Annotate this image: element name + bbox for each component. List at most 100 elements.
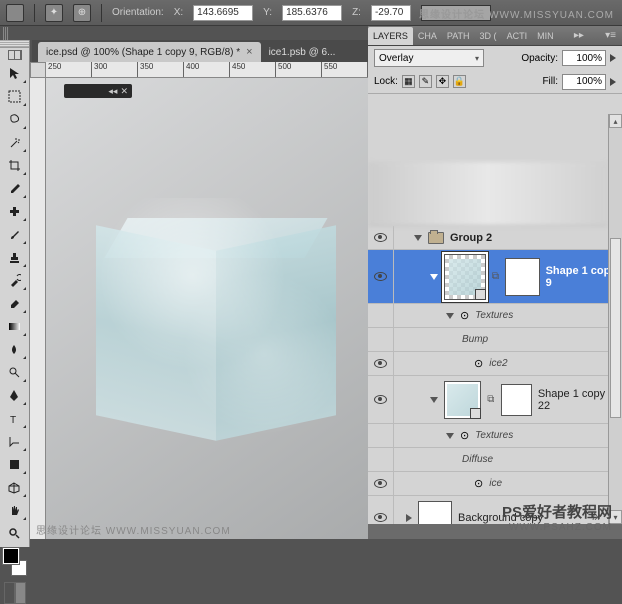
fg-color-swatch[interactable] xyxy=(3,548,19,564)
ruler-horizontal[interactable]: 250300 350400 450500 550 xyxy=(46,62,368,78)
panel-menu-icon[interactable]: ▾≡ xyxy=(599,30,622,41)
lock-pixels-icon[interactable]: ✎ xyxy=(419,75,432,88)
lock-all-icon[interactable]: 🔒 xyxy=(453,75,466,88)
z-field[interactable] xyxy=(371,5,411,21)
pen-tool-icon[interactable] xyxy=(3,384,27,406)
link-icon[interactable]: ⧉ xyxy=(487,393,495,407)
gradient-tool-icon[interactable] xyxy=(3,315,27,337)
layer-thumbnail[interactable] xyxy=(444,254,486,300)
visibility-icon[interactable] xyxy=(374,395,387,404)
type-tool-icon[interactable]: T xyxy=(3,407,27,429)
layer-effects-row[interactable]: ⊙ Textures xyxy=(368,304,622,328)
layer-effect-item[interactable]: Diffuse xyxy=(368,448,622,472)
disclosure-icon[interactable] xyxy=(430,397,438,403)
doc-tab-active[interactable]: ice.psd @ 100% (Shape 1 copy 9, RGB/8) *… xyxy=(38,42,261,62)
layer-effect-item[interactable]: ⊙ ice2 xyxy=(368,352,622,376)
x-field[interactable] xyxy=(193,5,253,21)
visibility-icon[interactable] xyxy=(374,479,387,488)
panel-tab-3d[interactable]: 3D ( xyxy=(475,27,502,45)
fill-flyout-icon[interactable] xyxy=(610,78,616,86)
layers-panel: LAYERS CHA PATH 3D ( ACTI MIN ▸▸ ▾≡ Over… xyxy=(368,26,622,539)
visibility-icon[interactable] xyxy=(374,513,387,522)
ruler-origin[interactable] xyxy=(30,62,46,78)
visibility-icon[interactable] xyxy=(374,272,387,281)
panel-tab-actions[interactable]: ACTI xyxy=(502,27,533,45)
lasso-tool-icon[interactable] xyxy=(3,108,27,130)
shape-tool-icon[interactable] xyxy=(3,453,27,475)
disclosure-icon[interactable] xyxy=(446,433,454,439)
marquee-tool-icon[interactable] xyxy=(3,85,27,107)
scroll-up-icon[interactable]: ▴ xyxy=(609,114,622,128)
hand-tool-icon[interactable] xyxy=(3,499,27,521)
color-swatches[interactable] xyxy=(3,548,27,576)
layer-thumbnail[interactable] xyxy=(444,381,481,419)
orientation-label: Orientation: xyxy=(112,7,164,18)
3d-mode-icon[interactable]: ✦ xyxy=(45,4,63,22)
watermark-bottom-right: PS爱好者教程网 WWW.PSAHZ.COM xyxy=(502,501,612,533)
mask-thumbnail[interactable] xyxy=(501,384,532,416)
opacity-field[interactable] xyxy=(562,50,606,66)
layer-effects-row[interactable]: ⊙ Textures xyxy=(368,424,622,448)
tool-preset-icon[interactable] xyxy=(6,4,24,22)
layer-effect-item[interactable]: ⊙ ice xyxy=(368,472,622,496)
history-brush-tool-icon[interactable] xyxy=(3,269,27,291)
link-icon[interactable]: ⧉ xyxy=(492,270,499,284)
close-icon[interactable]: × xyxy=(246,46,252,58)
opacity-flyout-icon[interactable] xyxy=(610,54,616,62)
path-tool-icon[interactable] xyxy=(3,430,27,452)
watermark-bottom-left: 思缘设计论坛 WWW.MISSYUAN.COM xyxy=(36,522,231,537)
eyedropper-tool-icon[interactable] xyxy=(3,177,27,199)
panel-tab-layers[interactable]: LAYERS xyxy=(368,27,413,45)
lock-label: Lock: xyxy=(374,76,398,87)
3d-axis-icon[interactable]: ⊕ xyxy=(73,4,91,22)
visibility-icon[interactable] xyxy=(374,359,387,368)
blend-mode-dropdown[interactable]: Overlay▾ xyxy=(374,49,484,67)
layer-thumbnail[interactable] xyxy=(418,501,452,525)
document-canvas[interactable]: ◂◂ ✕ xyxy=(46,78,368,539)
heal-tool-icon[interactable] xyxy=(3,200,27,222)
toolbox: T xyxy=(0,40,30,547)
brush-tool-icon[interactable] xyxy=(3,223,27,245)
smart-object-icon xyxy=(475,289,486,300)
close-icon[interactable]: ✕ xyxy=(120,86,128,97)
disclosure-icon[interactable] xyxy=(446,313,454,319)
disclosure-icon[interactable] xyxy=(430,274,438,280)
layer-group-row[interactable]: Group 2 xyxy=(368,226,622,250)
rewind-icon[interactable]: ◂◂ xyxy=(108,86,117,97)
toolbox-collapse-icon[interactable] xyxy=(8,50,22,60)
eraser-tool-icon[interactable] xyxy=(3,292,27,314)
panel-tab-channels[interactable]: CHA xyxy=(413,27,442,45)
disclosure-icon[interactable] xyxy=(406,514,412,522)
panel-tab-paths[interactable]: PATH xyxy=(442,27,475,45)
toolbox-grip[interactable] xyxy=(3,27,9,41)
3d-tool-icon[interactable] xyxy=(3,476,27,498)
scrollbar-thumb[interactable] xyxy=(610,238,621,418)
mask-thumbnail[interactable] xyxy=(505,258,540,296)
zoom-tool-icon[interactable] xyxy=(3,522,27,544)
wand-tool-icon[interactable] xyxy=(3,131,27,153)
fill-field[interactable] xyxy=(562,74,606,90)
y-field[interactable] xyxy=(282,5,342,21)
quickmask-toggle[interactable] xyxy=(4,582,26,604)
move-tool-icon[interactable] xyxy=(3,62,27,84)
disclosure-icon[interactable] xyxy=(414,235,422,241)
doc-tab[interactable]: ice1.psb @ 6... xyxy=(261,42,344,62)
layer-row[interactable]: ⧉ Shape 1 copy 22 xyxy=(368,376,622,424)
stamp-tool-icon[interactable] xyxy=(3,246,27,268)
3d-axis-widget[interactable]: ◂◂ ✕ xyxy=(64,84,132,98)
opacity-label: Opacity: xyxy=(521,53,558,64)
blur-tool-icon[interactable] xyxy=(3,338,27,360)
effect-name: ice xyxy=(489,478,502,489)
dodge-tool-icon[interactable] xyxy=(3,361,27,383)
lock-position-icon[interactable]: ✥ xyxy=(436,75,449,88)
visibility-icon[interactable] xyxy=(374,233,387,242)
tab-title: ice.psd @ 100% (Shape 1 copy 9, RGB/8) * xyxy=(46,47,240,58)
layers-scrollbar[interactable]: ▴ ▾ xyxy=(608,114,622,524)
lock-transparency-icon[interactable]: ▦ xyxy=(402,75,415,88)
layer-row-selected[interactable]: ⧉ Shape 1 copy 9 xyxy=(368,250,622,304)
panel-tab-mini[interactable]: MIN xyxy=(532,27,559,45)
layer-effect-item[interactable]: Bump xyxy=(368,328,622,352)
crop-tool-icon[interactable] xyxy=(3,154,27,176)
panel-collapse-icon[interactable]: ▸▸ xyxy=(568,30,590,41)
ruler-vertical[interactable] xyxy=(30,78,46,539)
